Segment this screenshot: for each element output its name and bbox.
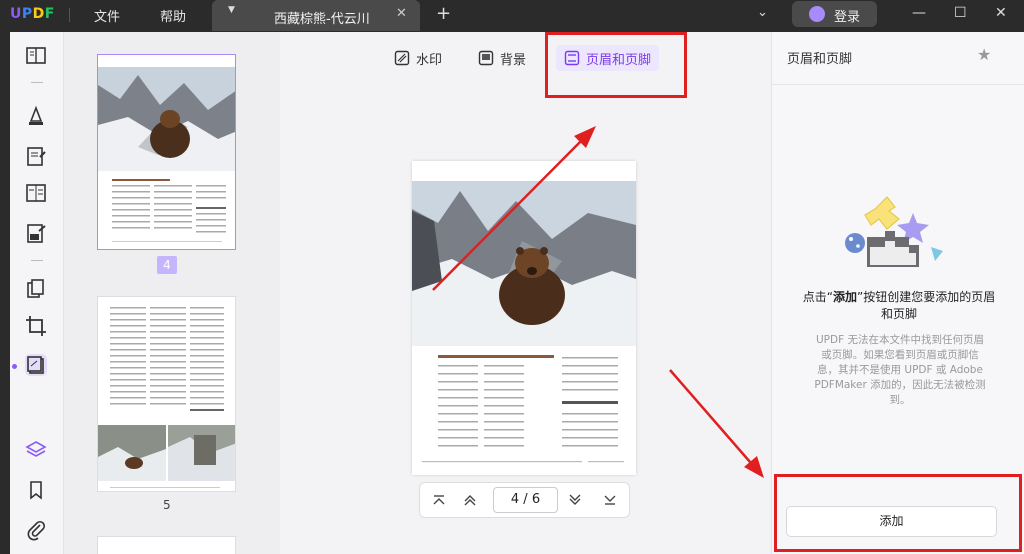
- active-indicator: [12, 364, 17, 369]
- highlighter-icon[interactable]: [25, 105, 47, 127]
- crop-icon[interactable]: [25, 315, 47, 337]
- thumbnail-4-image: [98, 55, 235, 242]
- header-footer-tool[interactable]: 页眉和页脚: [556, 45, 660, 71]
- document-tab[interactable]: ▼ 西藏棕熊-代云川 ✕: [212, 0, 420, 31]
- next-page-icon[interactable]: [567, 492, 583, 508]
- empty-state-message: 点击“添加”按钮创建您要添加的页眉和页脚: [802, 289, 996, 323]
- star-icon[interactable]: ★: [977, 45, 991, 64]
- app-window: UPDF 文件 帮助 ▼ 西藏棕熊-代云川 ✕ + ⌄ 登录 — ☐ ✕ 4 5…: [0, 0, 1024, 554]
- page-number-4[interactable]: 4: [157, 256, 177, 274]
- last-page-icon[interactable]: [602, 492, 618, 508]
- header-footer-icon: [564, 50, 580, 66]
- page-thumbnail-4[interactable]: [97, 54, 236, 250]
- empty-state-note: UPDF 无法在本文件中找到任何页眉或页脚。如果您看到页眉或页脚信息，其并不是使…: [814, 334, 986, 406]
- menu-file[interactable]: 文件: [94, 6, 120, 25]
- reader-icon[interactable]: [25, 45, 47, 67]
- layers-icon[interactable]: [25, 439, 47, 461]
- message-suffix: ”按钮创建您要添加的页眉和页脚: [857, 290, 996, 321]
- page-content-image: [412, 181, 636, 463]
- organize-pages-icon[interactable]: [25, 278, 47, 300]
- background-tool[interactable]: 背景: [470, 45, 534, 71]
- pdf-page: [412, 161, 636, 475]
- avatar-icon: [809, 6, 825, 22]
- header-footer-panel: 页眉和页脚 ★ 点击“添加”按钮创建您要添加的页眉和页脚 UPDF 无法在本文件…: [771, 32, 1024, 554]
- sidebar-divider: [31, 260, 43, 261]
- chevron-down-icon[interactable]: ⌄: [757, 5, 768, 20]
- tool-sidebar: [10, 32, 64, 554]
- watermark-label: 水印: [416, 52, 443, 68]
- title-separator: [69, 8, 70, 22]
- close-window-icon[interactable]: ✕: [995, 5, 1007, 21]
- background-label: 背景: [500, 52, 527, 68]
- new-tab-icon[interactable]: +: [436, 3, 451, 24]
- message-bold-add: 添加: [832, 290, 857, 304]
- login-button[interactable]: 登录: [792, 1, 877, 27]
- header-footer-label: 页眉和页脚: [586, 52, 652, 68]
- current-page: 4: [510, 492, 520, 507]
- sidebar-divider: [31, 82, 43, 83]
- maximize-icon[interactable]: ☐: [954, 5, 967, 21]
- page-navigator: 4 / 6: [419, 482, 630, 518]
- watermark-tool[interactable]: 水印: [386, 45, 450, 71]
- thumbnail-panel: 4 5: [64, 32, 280, 554]
- page-tools-icon[interactable]: [25, 354, 47, 376]
- attachment-icon[interactable]: [25, 519, 47, 541]
- total-pages: 6: [531, 492, 541, 507]
- thumbnail-5-image: [98, 307, 235, 488]
- panel-title: 页眉和页脚: [787, 52, 853, 67]
- watermark-icon: [394, 50, 410, 66]
- form-icon[interactable]: [25, 182, 47, 204]
- menu-help[interactable]: 帮助: [160, 6, 186, 25]
- background-icon: [478, 50, 494, 66]
- document-view: 水印 背景 页眉和页脚 4 / 6: [280, 32, 771, 554]
- edit-pdf-icon[interactable]: [25, 145, 47, 167]
- bookmark-icon[interactable]: [25, 479, 47, 501]
- login-label: 登录: [834, 10, 861, 25]
- previous-page-icon[interactable]: [462, 492, 478, 508]
- page-number-5[interactable]: 5: [163, 498, 171, 512]
- empty-state-illustration-icon: [845, 196, 943, 267]
- page-number-input[interactable]: 4 / 6: [493, 487, 558, 513]
- panel-divider: [772, 84, 1024, 85]
- message-prefix: 点击“: [802, 290, 833, 304]
- first-page-icon[interactable]: [431, 492, 447, 508]
- close-tab-icon[interactable]: ✕: [396, 6, 407, 21]
- sign-icon[interactable]: [25, 222, 47, 244]
- updf-logo: UPDF: [10, 6, 55, 22]
- page-separator: /: [523, 492, 528, 507]
- tab-title: 西藏棕熊-代云川: [274, 12, 370, 27]
- minimize-icon[interactable]: —: [912, 5, 926, 21]
- page-thumbnail-6[interactable]: [97, 536, 236, 554]
- add-button[interactable]: 添加: [786, 506, 997, 537]
- page-thumbnail-5[interactable]: [97, 296, 236, 492]
- title-bar: UPDF 文件 帮助 ▼ 西藏棕熊-代云川 ✕ + ⌄ 登录 — ☐ ✕: [0, 0, 1024, 31]
- tab-dropdown-icon[interactable]: ▼: [228, 5, 235, 15]
